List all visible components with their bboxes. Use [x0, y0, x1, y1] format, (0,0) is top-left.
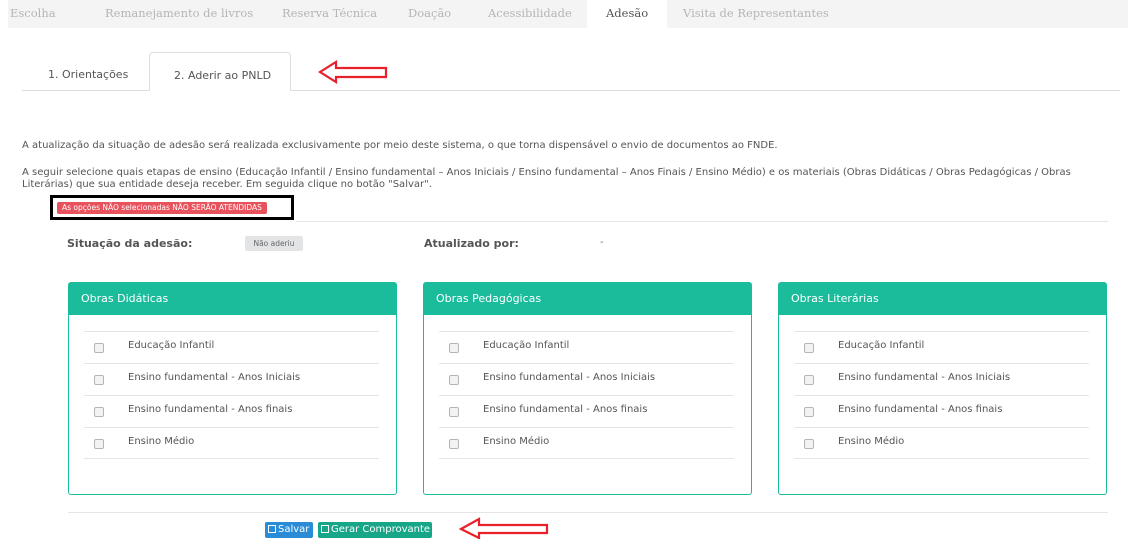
checkbox[interactable] [449, 343, 459, 353]
generate-receipt-button[interactable]: Gerar Comprovante [318, 522, 432, 538]
option-label: Ensino fundamental - Anos Iniciais [483, 372, 656, 383]
option-list: Educação Infantil Ensino fundamental - A… [794, 331, 1089, 459]
list-item[interactable]: Ensino Médio [439, 427, 734, 459]
panel-obras-pedagogicas: Obras Pedagógicas Educação Infantil Ensi… [423, 282, 752, 495]
list-item[interactable]: Ensino Médio [794, 427, 1089, 459]
tab-adesao[interactable]: Adesão [587, 0, 668, 30]
list-item[interactable]: Educação Infantil [439, 331, 734, 363]
footer-divider [68, 512, 1108, 513]
option-label: Ensino fundamental - Anos finais [483, 404, 648, 415]
tab-doacao[interactable]: Doação [408, 6, 451, 20]
checkbox[interactable] [804, 343, 814, 353]
tab-aderir-pnld[interactable]: 2. Aderir ao PNLD [149, 52, 291, 91]
checkbox[interactable] [449, 439, 459, 449]
tab-acessibilidade[interactable]: Acessibilidade [488, 6, 572, 20]
checkbox[interactable] [94, 375, 104, 385]
intro-line-1: A atualização da situação de adesão será… [22, 140, 778, 151]
top-tab-bar: Escolha Remanejamento de livros Reserva … [8, 0, 1128, 30]
list-item[interactable]: Educação Infantil [794, 331, 1089, 363]
list-item[interactable]: Ensino Médio [84, 427, 379, 459]
option-label: Educação Infantil [483, 340, 570, 351]
checkbox[interactable] [449, 407, 459, 417]
generate-receipt-label: Gerar Comprovante [331, 524, 431, 535]
option-label: Ensino Médio [483, 436, 550, 447]
plus-square-icon [268, 525, 276, 533]
intro-line-2a: A seguir selecione quais etapas de ensin… [22, 167, 1071, 178]
option-label: Ensino fundamental - Anos Iniciais [838, 372, 1011, 383]
tab-orientacoes[interactable]: 1. Orientações [48, 52, 128, 91]
option-label: Ensino fundamental - Anos finais [838, 404, 1003, 415]
document-icon [321, 525, 329, 533]
option-label: Ensino fundamental - Anos Iniciais [128, 372, 301, 383]
list-item[interactable]: Ensino fundamental - Anos Iniciais [794, 363, 1089, 395]
checkbox[interactable] [94, 439, 104, 449]
checkbox[interactable] [804, 407, 814, 417]
list-item[interactable]: Ensino fundamental - Anos finais [84, 395, 379, 427]
warning-badge: As opções NÃO selecionadas NÃO SERÃO ATE… [57, 202, 267, 214]
panel-obras-literarias: Obras Literárias Educação Infantil Ensin… [778, 282, 1107, 495]
panel-title: Obras Pedagógicas [424, 283, 751, 315]
tab-reserva-tecnica[interactable]: Reserva Técnica [282, 6, 377, 20]
annotation-arrow-icon [318, 60, 388, 84]
intro-line-2b: Literárias) que sua entidade deseja rece… [22, 179, 432, 190]
checkbox[interactable] [94, 407, 104, 417]
checkbox[interactable] [449, 375, 459, 385]
tab-visita-representantes[interactable]: Visita de Representantes [683, 6, 829, 20]
option-list: Educação Infantil Ensino fundamental - A… [439, 331, 734, 459]
updated-by-value: - [600, 237, 604, 248]
option-label: Educação Infantil [128, 340, 215, 351]
tab-escolha[interactable]: Escolha [10, 6, 56, 20]
save-button[interactable]: Salvar [265, 522, 313, 538]
option-label: Ensino Médio [838, 436, 905, 447]
list-item[interactable]: Ensino fundamental - Anos Iniciais [84, 363, 379, 395]
list-item[interactable]: Ensino fundamental - Anos finais [439, 395, 734, 427]
list-item[interactable]: Ensino fundamental - Anos Iniciais [439, 363, 734, 395]
option-label: Ensino fundamental - Anos finais [128, 404, 293, 415]
save-button-label: Salvar [278, 524, 310, 535]
list-item[interactable]: Educação Infantil [84, 331, 379, 363]
option-list: Educação Infantil Ensino fundamental - A… [84, 331, 379, 459]
updated-by-label: Atualizado por: [424, 237, 519, 250]
tab-remanejamento[interactable]: Remanejamento de livros [105, 6, 253, 20]
status-badge: Não aderiu [245, 236, 303, 251]
annotation-arrow-icon [459, 517, 549, 539]
checkbox[interactable] [804, 375, 814, 385]
list-item[interactable]: Ensino fundamental - Anos finais [794, 395, 1089, 427]
option-label: Educação Infantil [838, 340, 925, 351]
panel-title: Obras Didáticas [69, 283, 396, 315]
status-label: Situação da adesão: [67, 237, 193, 250]
checkbox[interactable] [94, 343, 104, 353]
panel-obras-didaticas: Obras Didáticas Educação Infantil Ensino… [68, 282, 397, 495]
checkbox[interactable] [804, 439, 814, 449]
panel-title: Obras Literárias [779, 283, 1106, 315]
option-label: Ensino Médio [128, 436, 195, 447]
section-divider [296, 221, 1108, 222]
